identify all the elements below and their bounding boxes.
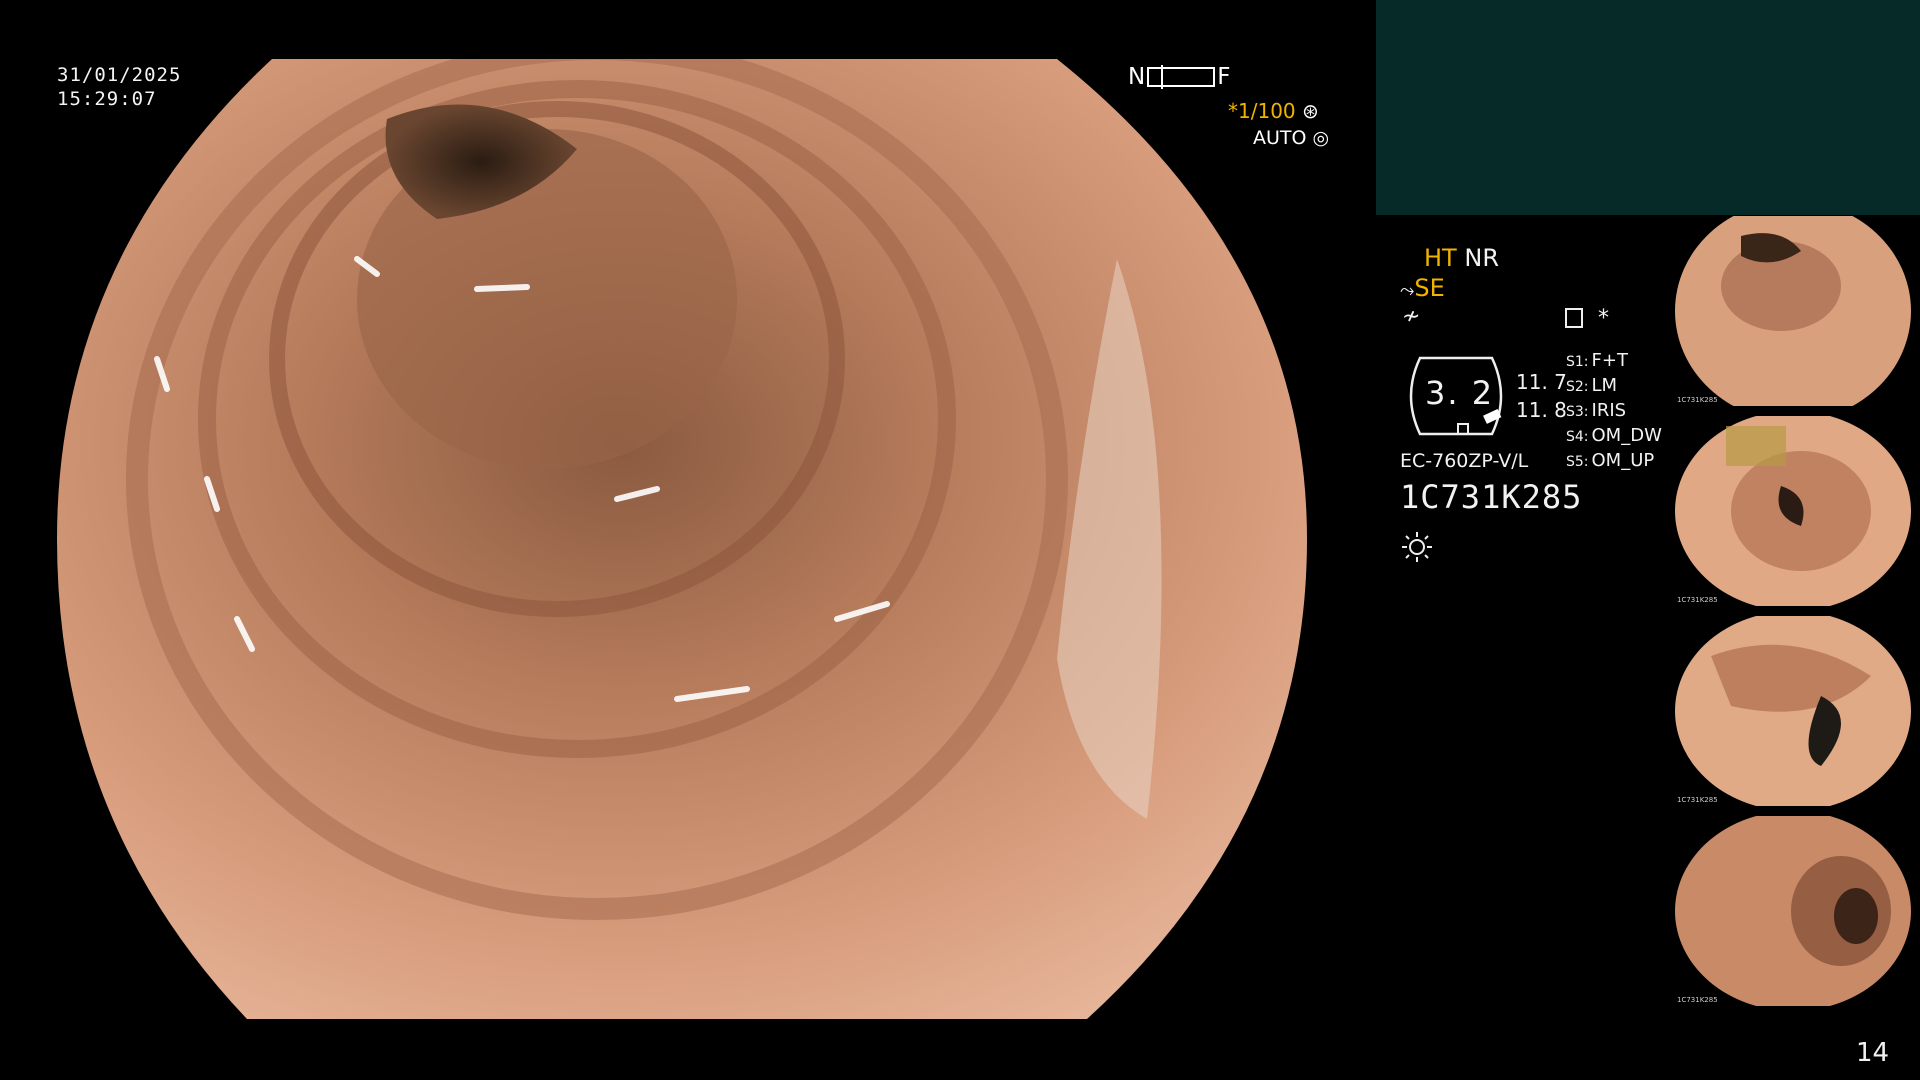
- scope-side-top: 11. 7: [1516, 370, 1567, 394]
- structure-enhance-icon: ⤳: [1400, 280, 1415, 301]
- shutter-prefix: *: [1228, 99, 1238, 123]
- preset-s2: S2: LM: [1566, 375, 1617, 396]
- record-icon: [1565, 308, 1583, 328]
- focus-bar: [1147, 65, 1216, 89]
- preset-s1: S1: F+T: [1566, 350, 1628, 371]
- thumbnail-caption: 1C731K285: [1677, 596, 1718, 604]
- page-number: 14: [1856, 1038, 1890, 1068]
- endoscope-main-view: [57, 59, 1307, 1019]
- preset-key: S1:: [1566, 354, 1589, 370]
- thumbnail-1[interactable]: 1C731K285: [1671, 216, 1915, 406]
- preset-key: S5:: [1566, 454, 1589, 470]
- time-label: 15:29:07: [57, 88, 157, 110]
- preset-key: S2:: [1566, 379, 1589, 395]
- scope-model: EC-760ZP-V/L: [1400, 450, 1529, 472]
- se-status: ⤳SE: [1400, 274, 1445, 302]
- info-panel-header: [1376, 0, 1920, 215]
- shutter-speed: *1/100 ⊛: [1228, 99, 1319, 123]
- preset-value: IRIS: [1591, 400, 1627, 421]
- auto-exposure-icon: ◎: [1312, 127, 1330, 149]
- ht-nr-status: HT NR: [1424, 244, 1499, 272]
- capture-asterisk: *: [1598, 306, 1609, 331]
- preset-value: OM_DW: [1591, 425, 1662, 446]
- preset-s4: S4: OM_DW: [1566, 425, 1662, 446]
- thumbnail-caption: 1C731K285: [1677, 996, 1718, 1004]
- shutter-value: 1/100: [1238, 99, 1296, 123]
- thumbnail-3[interactable]: 1C731K285: [1671, 616, 1915, 806]
- thumbnail-caption: 1C731K285: [1677, 796, 1718, 804]
- near-far-scale: N F: [1128, 64, 1230, 90]
- thumbnail-2[interactable]: 1C731K285: [1671, 416, 1915, 606]
- shutter-icon: ⊛: [1302, 99, 1319, 123]
- preset-value: OM_UP: [1591, 450, 1655, 471]
- se-label: SE: [1414, 274, 1445, 302]
- preset-key: S3:: [1566, 404, 1589, 420]
- preset-key: S4:: [1566, 429, 1589, 445]
- exposure-mode: AUTO ◎: [1253, 127, 1329, 149]
- thumbnail-4[interactable]: 1C731K285: [1671, 816, 1915, 1006]
- preset-s3: S3: IRIS: [1566, 400, 1626, 421]
- ht-label: HT: [1424, 244, 1457, 272]
- exposure-mode-label: AUTO: [1253, 127, 1307, 149]
- sun-icon: [1402, 532, 1432, 562]
- scope-serial: 1C731K285: [1400, 478, 1583, 516]
- thumbnail-caption: 1C731K285: [1677, 396, 1718, 404]
- preset-s5: S5: OM_UP: [1566, 450, 1654, 471]
- scope-side-bottom: 11. 8: [1516, 398, 1567, 422]
- scope-value: 3. 2: [1425, 374, 1495, 412]
- flash-icon: ≁: [1402, 304, 1421, 329]
- far-label: F: [1217, 64, 1231, 90]
- near-label: N: [1128, 64, 1146, 90]
- preset-value: LM: [1591, 375, 1618, 396]
- date-label: 31/01/2025: [57, 64, 182, 86]
- nr-label: NR: [1464, 244, 1499, 272]
- preset-value: F+T: [1591, 350, 1628, 371]
